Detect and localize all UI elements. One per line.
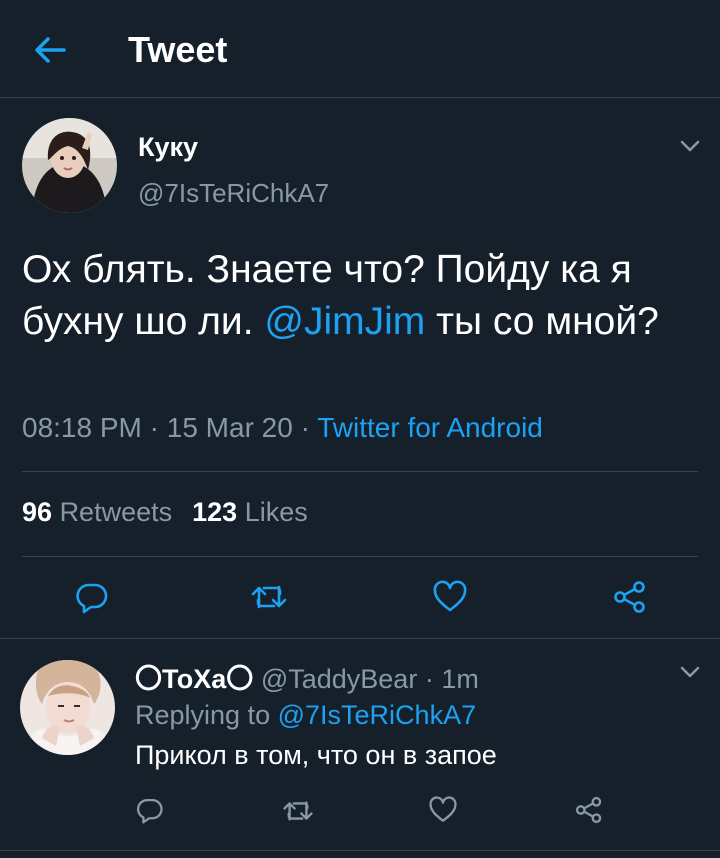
- likes-stat[interactable]: 123 Likes: [192, 497, 308, 527]
- share-icon: [575, 796, 602, 824]
- avatar[interactable]: [22, 118, 117, 213]
- retweets-stat[interactable]: 96 Retweets: [22, 497, 172, 527]
- reply-icon: [136, 798, 163, 824]
- reply-menu-button[interactable]: [678, 664, 702, 680]
- retweets-label: Retweets: [59, 497, 173, 527]
- back-button[interactable]: [30, 32, 70, 68]
- reply-author-name[interactable]: 〇ТоХа〇: [135, 664, 253, 694]
- reply-author-handle[interactable]: @TaddyBear: [261, 664, 418, 694]
- reply-header: 〇ТоХа〇 @TaddyBear · 1m: [135, 664, 479, 694]
- arrow-left-icon: [35, 37, 66, 63]
- tweet-text: Ох блять. Знаете что? Пойду ка я бухну ш…: [22, 244, 702, 348]
- chevron-down-icon: [680, 666, 700, 678]
- tweet-menu-button[interactable]: [678, 138, 702, 154]
- divider: [0, 638, 720, 639]
- tweet-source-link[interactable]: Twitter for Android: [317, 412, 543, 443]
- likes-label: Likes: [244, 497, 308, 527]
- tweet-text-part2: ты со мной?: [425, 300, 659, 343]
- replying-to: Replying to @7IsTeRiChkA7: [135, 700, 476, 731]
- divider: [22, 556, 698, 557]
- avatar-image: [22, 118, 117, 213]
- author-handle[interactable]: @7IsTeRiChkA7: [138, 178, 329, 209]
- replying-to-label: Replying to: [135, 700, 271, 730]
- reply-share-button[interactable]: [574, 796, 604, 824]
- replying-to-handle[interactable]: @7IsTeRiChkA7: [278, 700, 476, 730]
- top-bar: Tweet: [0, 0, 720, 98]
- divider: [22, 471, 698, 472]
- tweet-meta: 08:18 PM · 15 Mar 20 · Twitter for Andro…: [22, 412, 543, 443]
- reply-avatar[interactable]: [20, 660, 115, 755]
- reply-text: Прикол в том, что он в запое: [135, 740, 497, 770]
- share-button[interactable]: [612, 580, 648, 614]
- retweet-button[interactable]: [250, 582, 288, 612]
- reply-icon: [76, 583, 108, 614]
- retweet-icon: [283, 801, 313, 821]
- like-icon: [429, 796, 457, 822]
- chevron-down-icon: [680, 140, 700, 152]
- mention-link[interactable]: @JimJim: [264, 300, 425, 343]
- reply-reply-button[interactable]: [136, 796, 164, 824]
- like-button[interactable]: [432, 580, 468, 614]
- reply-retweet-button[interactable]: [282, 798, 314, 824]
- reply-like-button[interactable]: [428, 796, 458, 824]
- tweet-stats: 96 Retweets 123 Likes: [22, 497, 308, 528]
- tweet-date: 15 Mar 20: [166, 412, 293, 443]
- share-icon: [614, 581, 645, 613]
- retweet-icon: [251, 585, 287, 609]
- page-title: Tweet: [128, 29, 228, 70]
- tweet-time: 08:18 PM: [22, 412, 142, 443]
- author-name[interactable]: Куку: [138, 132, 198, 163]
- likes-count: 123: [192, 497, 238, 527]
- reply-button[interactable]: [75, 580, 109, 614]
- avatar-image: [20, 660, 115, 755]
- retweets-count: 96: [22, 497, 53, 527]
- like-icon: [433, 580, 467, 612]
- reply-time: 1m: [441, 664, 479, 694]
- divider: [0, 850, 720, 851]
